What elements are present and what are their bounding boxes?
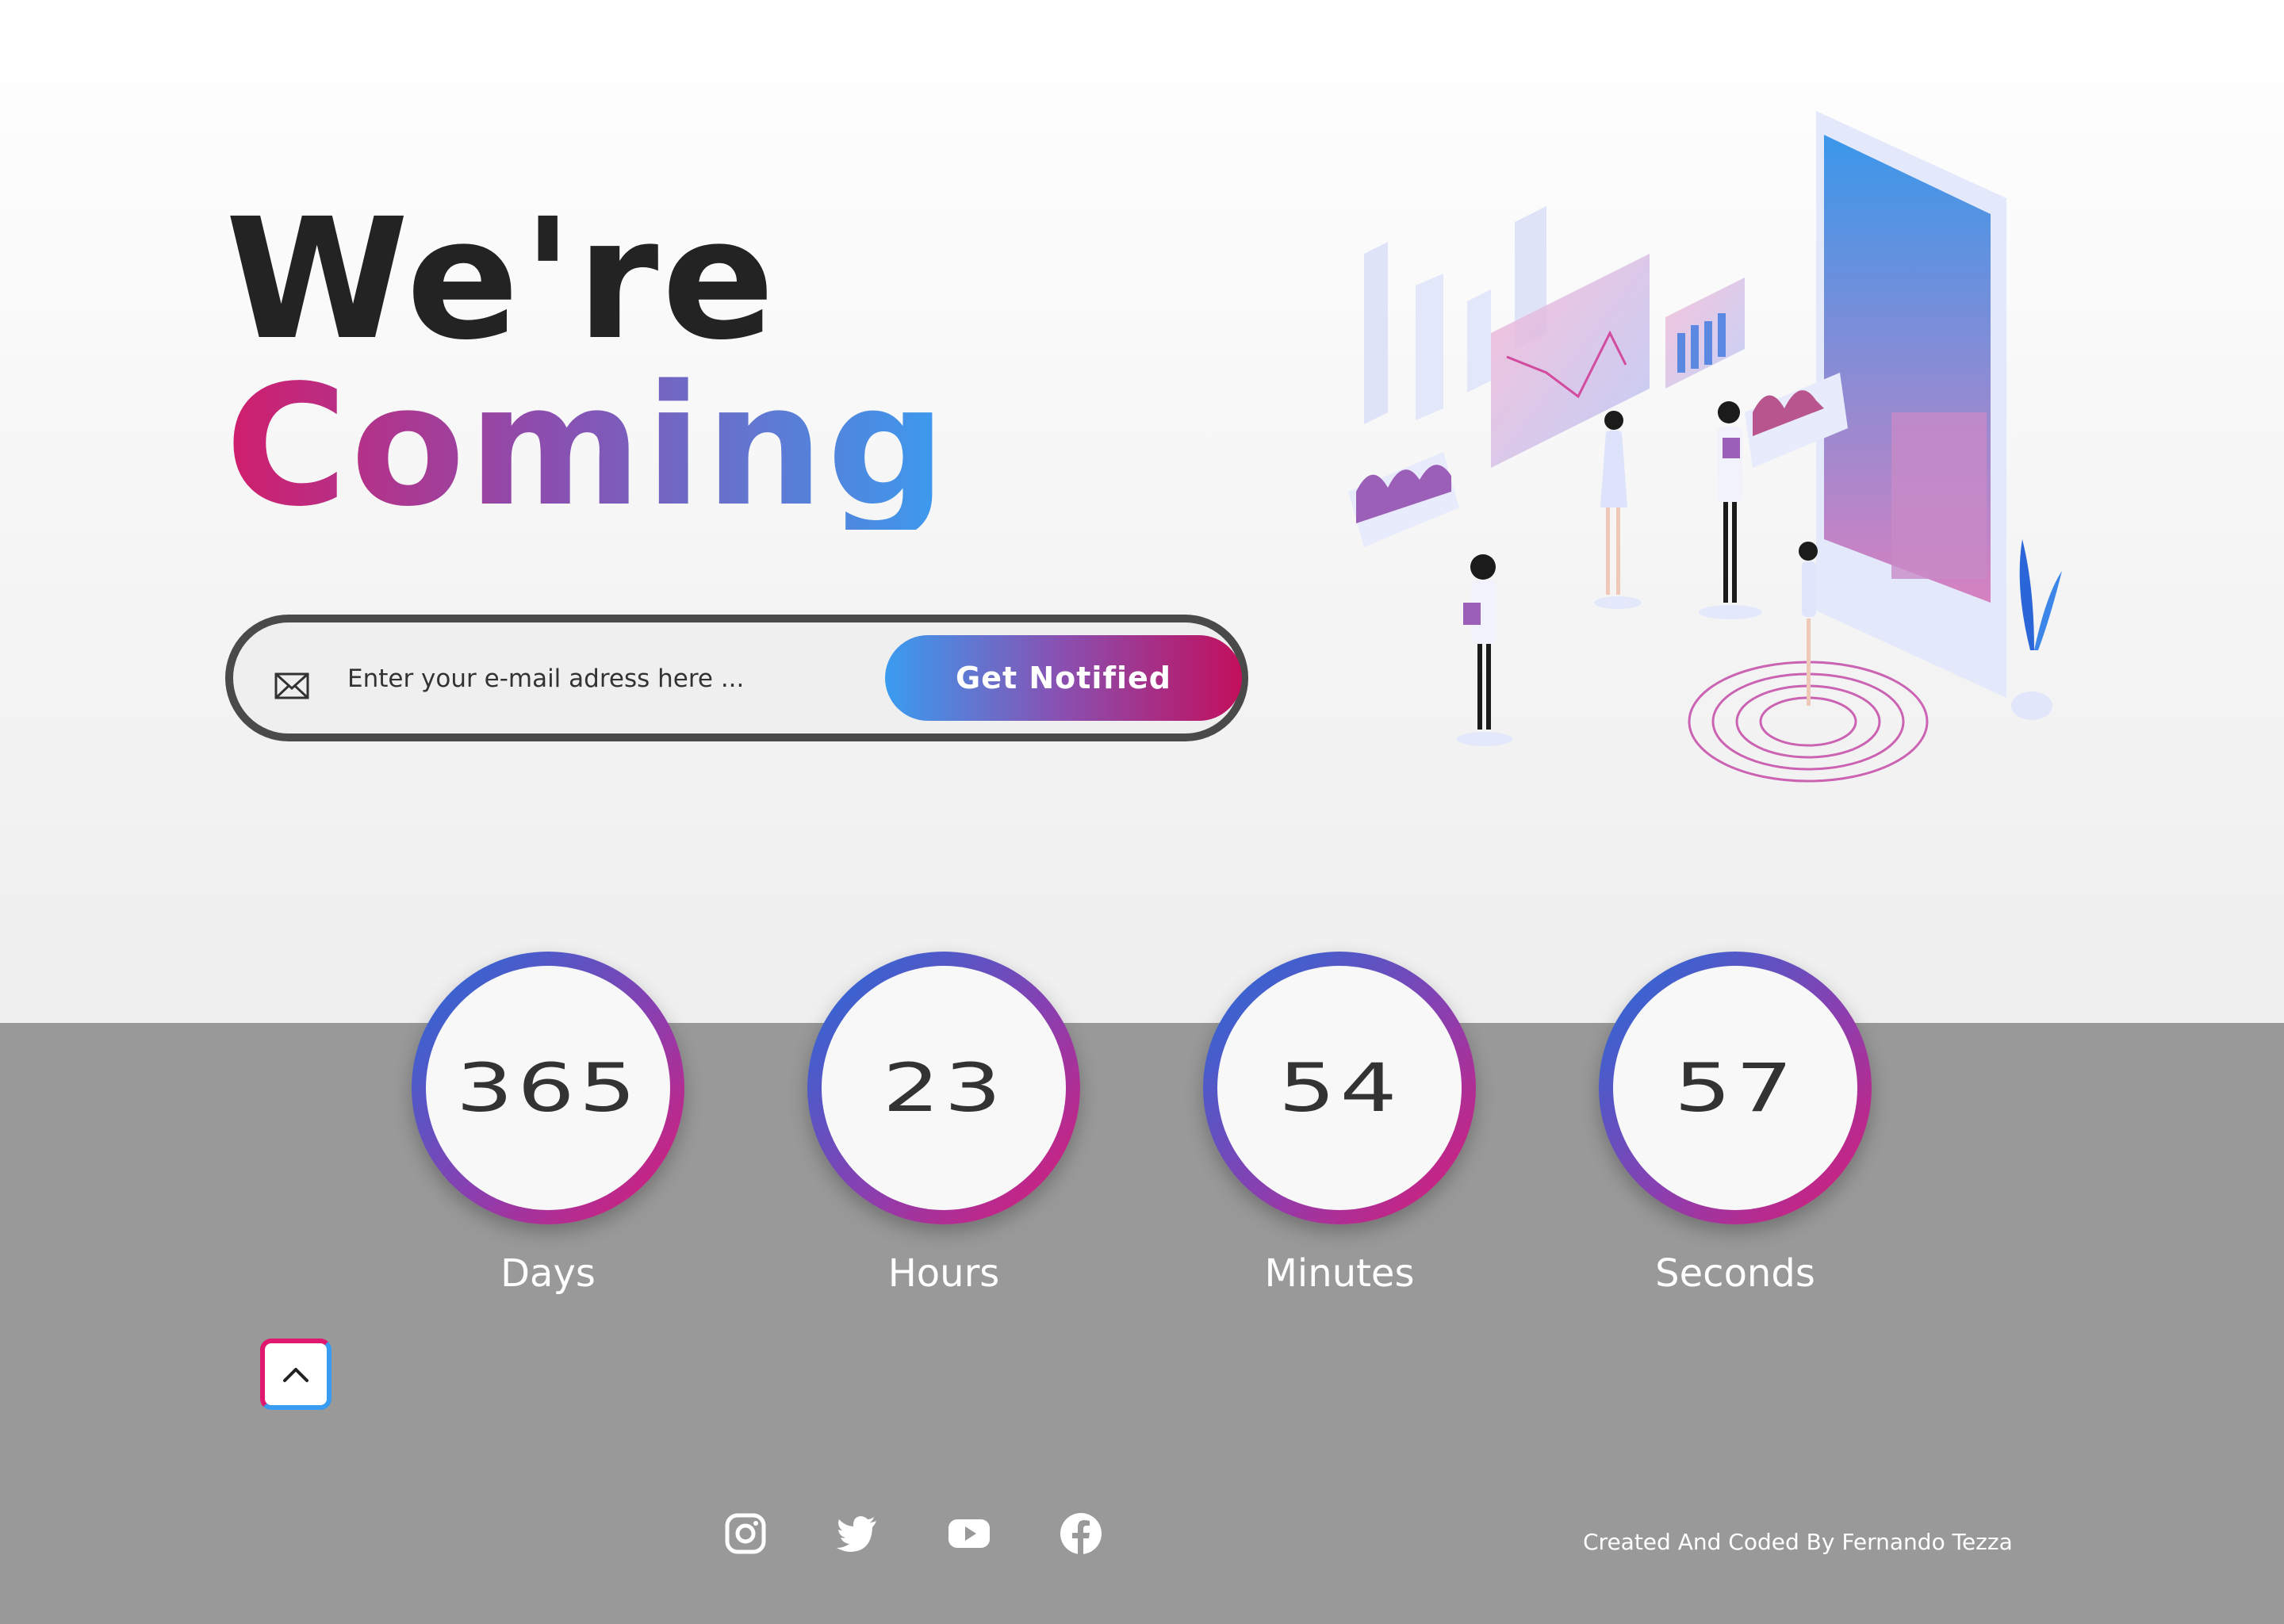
youtube-icon[interactable] — [947, 1511, 991, 1556]
seconds-ring: 57 — [1599, 952, 1872, 1224]
countdown-hours: 23 Hours — [807, 952, 1080, 1296]
minutes-value: 54 — [1278, 1049, 1401, 1127]
page-title-line2: Coming — [225, 349, 950, 543]
hours-ring: 23 — [807, 952, 1080, 1224]
hours-value: 23 — [882, 1049, 1006, 1127]
twitter-icon[interactable] — [835, 1511, 879, 1556]
scroll-top-button[interactable] — [260, 1339, 331, 1410]
envelope-icon — [274, 672, 309, 699]
minutes-ring: 54 — [1203, 952, 1476, 1224]
minutes-label: Minutes — [1264, 1251, 1415, 1296]
countdown-seconds: 57 Seconds — [1599, 952, 1872, 1296]
countdown-days: 365 Days — [412, 952, 684, 1296]
hero-illustration — [1348, 111, 2062, 783]
days-label: Days — [500, 1251, 596, 1296]
facebook-icon[interactable] — [1059, 1511, 1103, 1556]
countdown-minutes: 54 Minutes — [1203, 952, 1476, 1296]
hours-label: Hours — [887, 1251, 1000, 1296]
days-value: 365 — [455, 1049, 641, 1127]
seconds-label: Seconds — [1655, 1251, 1815, 1296]
instagram-icon[interactable] — [723, 1511, 768, 1556]
email-field[interactable] — [346, 654, 856, 703]
days-ring: 365 — [412, 952, 684, 1224]
seconds-value: 57 — [1673, 1049, 1797, 1127]
get-notified-button[interactable]: Get Notified — [885, 635, 1242, 721]
hero-section: We're Coming Get Notified — [0, 0, 2284, 1023]
chevron-up-icon — [283, 1368, 308, 1382]
signup-form: Get Notified — [225, 615, 1248, 741]
page-title-line1: We're — [225, 182, 778, 377]
footer-credit: Created And Coded By Fernando Tezza — [1583, 1529, 2013, 1555]
